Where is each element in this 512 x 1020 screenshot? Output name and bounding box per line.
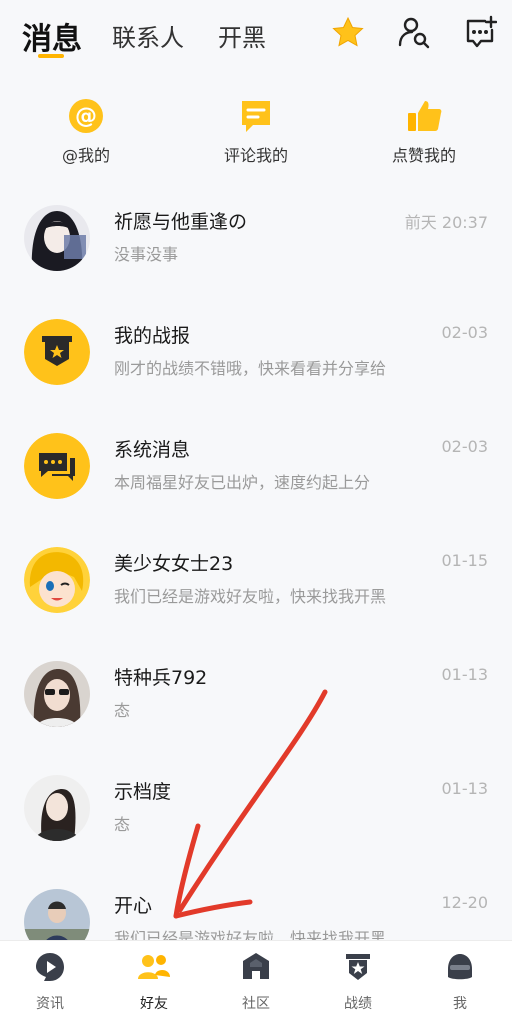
tab-team-up[interactable]: 开黑 — [218, 18, 266, 53]
conversation-preview: 态 — [114, 701, 131, 720]
svg-text:@: @ — [75, 104, 97, 129]
conversation-item[interactable]: 示档度 态 01-13 — [0, 775, 512, 875]
comment-icon — [236, 96, 276, 136]
conversation-time: 01-13 — [441, 779, 489, 798]
avatar — [24, 205, 90, 271]
conversation-time: 01-13 — [441, 665, 489, 684]
bottom-navigation: 资讯 好友 社区 战绩 我 — [0, 940, 512, 1020]
friends-icon — [136, 949, 172, 985]
conversation-time: 02-03 — [441, 323, 489, 342]
community-icon — [238, 949, 274, 985]
top-bar: 消息 联系人 开黑 — [0, 0, 512, 72]
search-user-icon[interactable] — [396, 14, 432, 50]
conversation-name: 我的战报 — [114, 325, 191, 347]
play-icon — [32, 949, 68, 985]
nav-label: 好友 — [140, 996, 168, 1012]
nav-label: 资讯 — [36, 996, 64, 1012]
conversation-name: 示档度 — [114, 781, 172, 803]
conversation-name: 美少女女士23 — [114, 553, 234, 575]
conversation-item[interactable]: 系统消息 本周福星好友已出炉，速度约起上分 02-03 — [0, 433, 512, 533]
conversation-item[interactable]: 特种兵792 态 01-13 — [0, 661, 512, 761]
conversation-name: 祈愿与他重逢の — [114, 211, 248, 233]
quick-action-label: 点赞我的 — [391, 146, 456, 165]
at-icon: @ — [66, 96, 106, 136]
conversation-time: 12-20 — [441, 893, 489, 912]
avatar — [24, 547, 90, 613]
nav-item-me[interactable]: 我 — [420, 949, 500, 1013]
tab-contacts[interactable]: 联系人 — [112, 18, 184, 53]
conversation-item[interactable]: 美少女女士23 我们已经是游戏好友啦，快来找我开黑 01-15 — [0, 547, 512, 647]
conversation-preview: 刚才的战绩不错哦，快来看看并分享给 — [114, 359, 387, 378]
conversation-preview: 没事没事 — [114, 245, 179, 264]
battle-report-icon — [24, 319, 90, 385]
nav-label: 我 — [453, 996, 467, 1012]
nav-item-community[interactable]: 社区 — [216, 949, 296, 1013]
quick-action-label: 评论我的 — [223, 146, 288, 165]
star-icon[interactable] — [330, 14, 366, 50]
quick-action-comments[interactable]: 评论我的 — [196, 96, 316, 166]
conversation-name: 开心 — [114, 895, 153, 917]
conversation-preview: 我们已经是游戏好友啦，快来找我开黑 — [114, 587, 387, 606]
avatar — [24, 775, 90, 841]
conversation-time: 01-15 — [441, 551, 489, 570]
new-message-icon[interactable] — [462, 14, 498, 50]
conversation-time: 前天 20:37 — [404, 213, 488, 232]
nav-item-friends[interactable]: 好友 — [114, 949, 194, 1013]
nav-item-news[interactable]: 资讯 — [10, 949, 90, 1013]
conversation-time: 02-03 — [441, 437, 489, 456]
quick-action-label: @我的 — [61, 146, 110, 165]
quick-action-likes[interactable]: 点赞我的 — [364, 96, 484, 166]
system-message-icon — [24, 433, 90, 499]
helmet-icon — [442, 949, 478, 985]
avatar — [24, 661, 90, 727]
conversation-item[interactable]: 我的战报 刚才的战绩不错哦，快来看看并分享给 02-03 — [0, 319, 512, 419]
tab-messages[interactable]: 消息 — [22, 14, 82, 58]
nav-item-records[interactable]: 战绩 — [318, 949, 398, 1013]
conversation-preview: 本周福星好友已出炉，速度约起上分 — [114, 473, 371, 492]
quick-action-mentions[interactable]: @ @我的 — [26, 96, 146, 166]
nav-label: 社区 — [242, 996, 270, 1012]
nav-label: 战绩 — [344, 996, 372, 1012]
badge-icon — [340, 949, 376, 985]
conversation-preview: 态 — [114, 815, 131, 834]
thumbs-up-icon — [404, 96, 444, 136]
conversation-item[interactable]: 祈愿与他重逢の 没事没事 前天 20:37 — [0, 205, 512, 305]
conversation-name: 特种兵792 — [114, 667, 208, 689]
active-tab-indicator — [38, 54, 64, 58]
conversation-name: 系统消息 — [114, 439, 191, 461]
